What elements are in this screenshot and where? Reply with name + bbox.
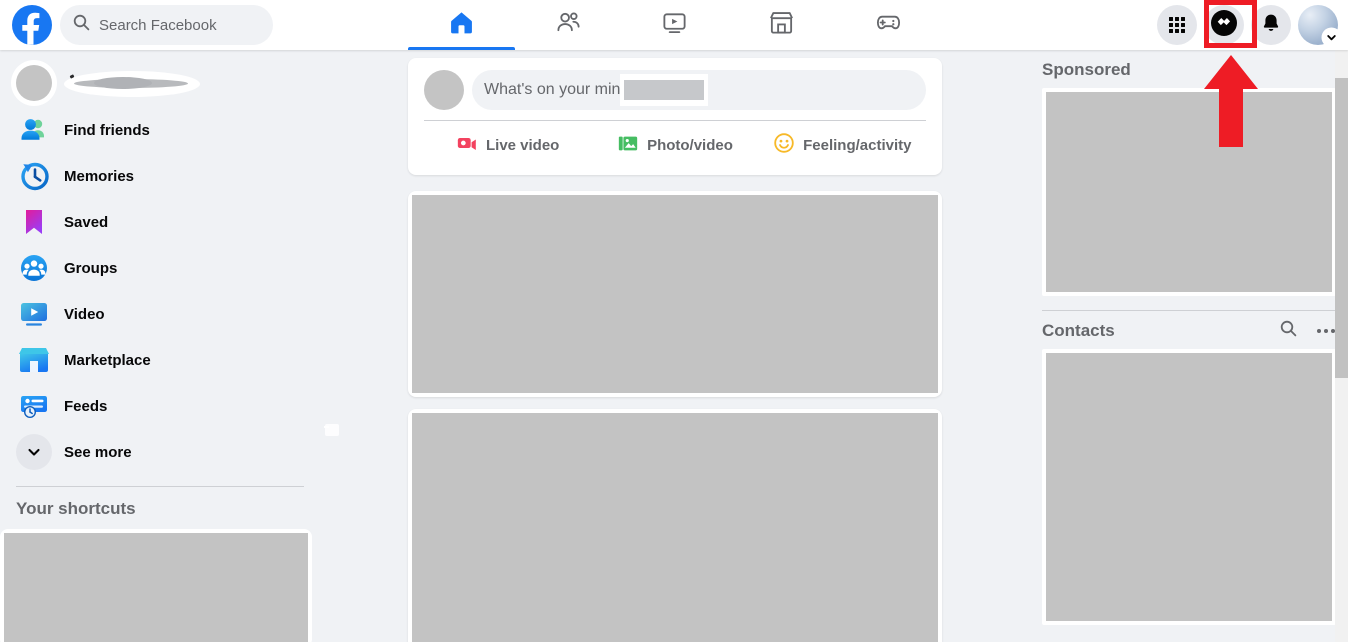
nav-tab-marketplace[interactable]: [728, 0, 835, 50]
notifications-button[interactable]: [1251, 5, 1291, 45]
sidebar-item-see-more[interactable]: See more: [8, 430, 312, 474]
grid-menu-icon: [1168, 16, 1186, 34]
redaction-overlay: [620, 74, 708, 106]
contacts-redacted-placeholder[interactable]: [1042, 349, 1336, 625]
composer-action-label: Feeling/activity: [803, 136, 912, 154]
feed-post-card[interactable]: [408, 191, 942, 397]
main-feed-column: What's on your mind, Live video Photo/vi…: [408, 58, 942, 642]
shortcuts-redacted-placeholder: [0, 529, 312, 642]
feeling-activity-icon: [773, 132, 795, 159]
topbar-left-cluster: Search Facebook: [12, 0, 273, 50]
composer-action-row: Live video Photo/video Feeling/activity: [424, 125, 926, 165]
facebook-logo-icon[interactable]: [12, 5, 52, 45]
marketplace-icon: [16, 342, 52, 378]
left-sidebar: Find friends Memories Saved Groups Video…: [0, 50, 320, 642]
sidebar-item-find-friends[interactable]: Find friends: [8, 108, 312, 152]
sidebar-item-video[interactable]: Video: [8, 292, 312, 336]
sidebar-item-label: Saved: [64, 213, 109, 231]
sidebar-item-label: Feeds: [64, 397, 108, 415]
sidebar-item-feeds[interactable]: Feeds: [8, 384, 312, 428]
sidebar-item-label: Video: [64, 305, 105, 323]
photo-video-icon: [617, 132, 639, 159]
active-tab-underline: [408, 47, 515, 50]
search-input[interactable]: Search Facebook: [60, 5, 273, 45]
messenger-icon: [1211, 9, 1237, 41]
right-sidebar: Sponsored Contacts: [1030, 58, 1348, 642]
nav-tab-gaming[interactable]: [835, 0, 942, 50]
search-placeholder-text: Search Facebook: [99, 16, 217, 34]
gaming-icon: [875, 9, 902, 41]
composer-input-row: What's on your mind,: [424, 70, 926, 110]
nav-tab-video[interactable]: [622, 0, 729, 50]
find-friends-icon: [16, 112, 52, 148]
contacts-heading: Contacts: [1042, 321, 1115, 340]
sponsored-heading: Sponsored: [1042, 60, 1131, 79]
nav-tab-home[interactable]: [408, 0, 515, 50]
avatar: [424, 70, 464, 110]
memories-icon: [16, 158, 52, 194]
sidebar-item-label: Marketplace: [64, 351, 151, 369]
video-icon: [16, 296, 52, 332]
page-scrollbar-thumb[interactable]: [1335, 78, 1348, 378]
composer-photo-video-button[interactable]: Photo/video: [591, 125, 758, 165]
sidebar-item-memories[interactable]: Memories: [8, 154, 312, 198]
search-icon: [73, 14, 90, 36]
facebook-app-window: Search Facebook Find friends Memories Sa…: [0, 0, 1348, 642]
post-composer-card: What's on your mind, Live video Photo/vi…: [408, 58, 942, 175]
sidebar-item-marketplace[interactable]: Marketplace: [8, 338, 312, 382]
sidebar-item-profile[interactable]: [8, 60, 312, 106]
account-avatar-button[interactable]: [1298, 5, 1340, 46]
sidebar-item-label: Groups: [64, 259, 118, 277]
shortcuts-heading: Your shortcuts: [16, 499, 136, 518]
sidebar-item-groups[interactable]: Groups: [8, 246, 312, 290]
composer-feeling-activity-button[interactable]: Feeling/activity: [759, 125, 926, 165]
composer-action-label: Photo/video: [647, 136, 733, 154]
marketplace-icon: [768, 9, 795, 41]
composer-divider: [424, 120, 926, 121]
sponsored-redacted-placeholder[interactable]: [1042, 88, 1336, 296]
primary-nav-tabs: [408, 0, 942, 50]
sidebar-item-label: Find friends: [64, 121, 150, 139]
composer-action-label: Live video: [485, 136, 560, 154]
live-video-icon: [456, 132, 478, 159]
avatar: [16, 65, 52, 101]
chevron-down-icon: [1323, 29, 1340, 46]
chevron-down-icon: [16, 434, 52, 470]
nav-tab-friends[interactable]: [515, 0, 622, 50]
more-options-icon: [1317, 329, 1335, 333]
messenger-button[interactable]: [1204, 5, 1244, 45]
sidebar-see-more-label: See more: [64, 443, 132, 461]
contacts-header: Contacts: [1030, 311, 1348, 349]
bell-icon: [1260, 12, 1282, 39]
home-icon: [448, 9, 475, 41]
composer-placeholder-text: What's on your mind,: [484, 81, 634, 98]
composer-live-video-button[interactable]: Live video: [424, 125, 591, 165]
saved-icon: [16, 204, 52, 240]
top-navigation-bar: Search Facebook: [0, 0, 1348, 50]
cursor-artifact-tail: [324, 426, 329, 428]
contacts-search-button[interactable]: [1278, 320, 1298, 342]
sidebar-item-saved[interactable]: Saved: [8, 200, 312, 244]
composer-status-input[interactable]: What's on your mind,: [472, 70, 926, 110]
groups-icon: [16, 250, 52, 286]
search-icon: [1280, 320, 1297, 342]
sidebar-item-label: Memories: [64, 167, 135, 185]
feed-post-card[interactable]: [408, 409, 942, 642]
feeds-icon: [16, 388, 52, 424]
friends-icon: [555, 9, 582, 41]
video-icon: [661, 9, 688, 41]
grid-menu-button[interactable]: [1157, 5, 1197, 45]
topbar-right-cluster: [1157, 0, 1340, 50]
contacts-more-options-button[interactable]: [1316, 321, 1336, 341]
